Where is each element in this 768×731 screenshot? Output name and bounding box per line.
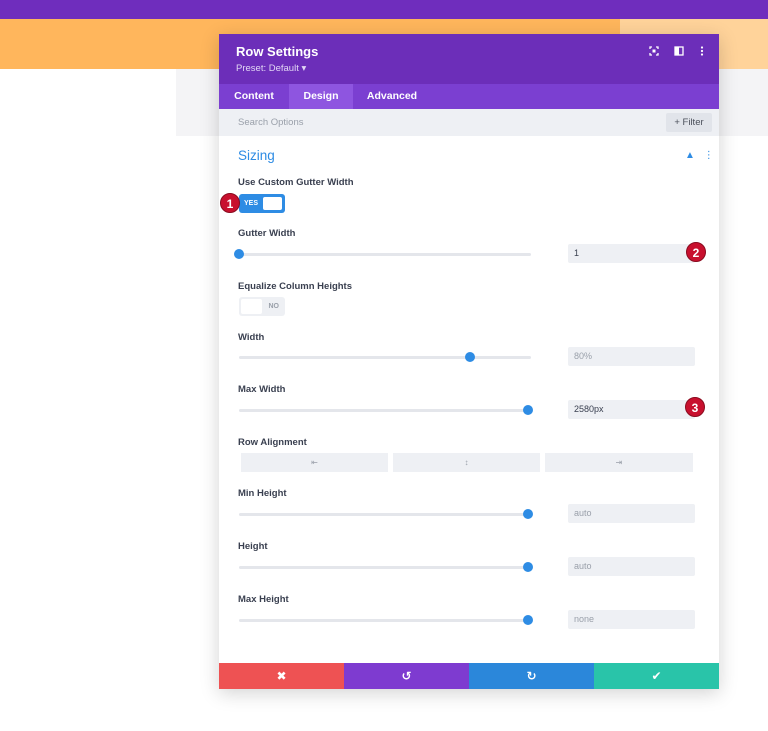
section-more-icon[interactable]: ⋮ [704, 150, 714, 161]
undo-button[interactable]: ↺ [344, 663, 469, 689]
tab-content[interactable]: Content [219, 84, 289, 109]
equalize-heights-toggle[interactable]: NO [239, 297, 285, 316]
page-top-bar [0, 0, 768, 19]
filter-button[interactable]: + Filter [666, 113, 712, 132]
row-alignment-label: Row Alignment [238, 437, 307, 448]
toggle-no-text: NO [268, 303, 280, 310]
gutter-width-slider[interactable] [234, 249, 531, 259]
width-label: Width [238, 332, 265, 343]
width-input[interactable]: 80% [568, 347, 695, 366]
search-input[interactable] [219, 109, 659, 136]
slider-thumb[interactable] [464, 352, 475, 362]
gutter-width-input[interactable]: 1 [568, 244, 695, 263]
custom-gutter-toggle[interactable]: YES [239, 194, 285, 213]
gutter-width-label: Gutter Width [238, 228, 296, 239]
min-height-slider[interactable] [239, 509, 534, 519]
max-height-input[interactable]: none [568, 610, 695, 629]
min-height-input[interactable]: auto [568, 504, 695, 523]
height-input[interactable]: auto [568, 557, 695, 576]
modal-title: Row Settings [236, 44, 319, 59]
height-slider[interactable] [239, 562, 534, 572]
annotation-badge-2: 2 [686, 242, 706, 262]
max-width-label: Max Width [238, 384, 286, 395]
toggle-knob [241, 299, 262, 314]
slider-thumb[interactable] [523, 405, 534, 415]
chevron-up-icon[interactable]: ▲ [685, 150, 695, 161]
custom-gutter-label: Use Custom Gutter Width [238, 177, 354, 188]
max-width-input[interactable]: 2580px [568, 400, 695, 419]
slider-thumb[interactable] [523, 615, 534, 625]
section-controls: ▲ ⋮ [685, 150, 714, 161]
min-height-label: Min Height [238, 488, 287, 499]
max-height-slider[interactable] [239, 615, 534, 625]
expand-icon[interactable] [647, 46, 661, 60]
slider-thumb[interactable] [523, 509, 534, 519]
align-center-button[interactable]: ↕ [393, 453, 540, 472]
split-view-icon[interactable] [672, 46, 686, 60]
settings-body: Sizing ▲ ⋮ Use Custom Gutter Width YES G… [219, 136, 719, 663]
modal-header: Row Settings Preset: Default ▾ [219, 34, 719, 84]
redo-button[interactable]: ↻ [469, 663, 594, 689]
width-slider[interactable] [239, 352, 531, 362]
max-height-label: Max Height [238, 594, 289, 605]
annotation-badge-1: 1 [220, 193, 240, 213]
toggle-knob [263, 197, 282, 210]
tab-advanced[interactable]: Advanced [353, 84, 431, 109]
modal-footer: ✖ ↺ ↻ ✔ [219, 663, 719, 689]
cancel-button[interactable]: ✖ [219, 663, 344, 689]
align-left-button[interactable]: ⇤ [241, 453, 388, 472]
more-icon[interactable] [695, 46, 709, 60]
settings-tabs: Content Design Advanced [219, 84, 719, 109]
preset-selector[interactable]: Preset: Default ▾ [236, 63, 306, 74]
row-settings-modal: Row Settings Preset: Default ▾ Content D… [219, 34, 719, 689]
save-button[interactable]: ✔ [594, 663, 719, 689]
align-right-button[interactable]: ⇥ [545, 453, 693, 472]
annotation-badge-3: 3 [685, 397, 705, 417]
max-width-slider[interactable] [239, 405, 534, 415]
section-title[interactable]: Sizing [238, 148, 275, 163]
equalize-heights-label: Equalize Column Heights [238, 281, 353, 292]
search-bar: + Filter [219, 109, 719, 136]
height-label: Height [238, 541, 268, 552]
slider-thumb[interactable] [234, 249, 244, 259]
slider-thumb[interactable] [523, 562, 534, 572]
tab-design[interactable]: Design [289, 84, 353, 109]
toggle-yes-text: YES [244, 200, 259, 207]
